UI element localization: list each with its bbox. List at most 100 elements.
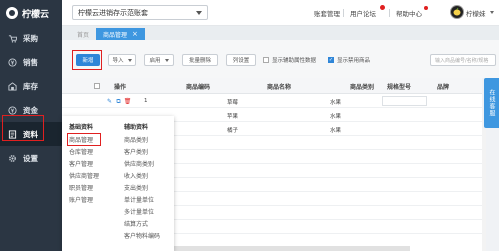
sidebar-item-label: 设置: [23, 153, 38, 163]
submenu-item-multi-unit[interactable]: 多计量单位: [124, 207, 160, 219]
money-icon: [7, 105, 17, 115]
enable-button-label: 启用: [149, 58, 161, 64]
lemon-logo-icon: [6, 7, 18, 19]
submenu-item-expense-category[interactable]: 支出类别: [124, 183, 160, 195]
sales-icon: [7, 57, 17, 67]
batch-delete-label: 批量删除: [188, 58, 211, 64]
cell-name: 草莓: [227, 100, 239, 106]
tab-product-management[interactable]: 商品管理 ×: [96, 28, 145, 40]
warehouse-icon: [7, 81, 17, 91]
highlight-product-management: [67, 133, 101, 146]
submenu-item-customer-category[interactable]: 客户类别: [124, 147, 160, 159]
tab-label: 首页: [77, 31, 90, 39]
tab-bar: 首页 商品管理 ×: [62, 26, 499, 40]
submenu-item-customer-material-code[interactable]: 客户物料编码: [124, 231, 160, 243]
column-header-name: 商品名称: [267, 84, 292, 91]
column-header-actions: 操作: [114, 84, 127, 91]
submenu-item-supplier-management[interactable]: 供应商管理: [69, 171, 99, 183]
column-settings-button[interactable]: 列设置: [226, 54, 256, 66]
chevron-down-icon: [127, 58, 132, 62]
sidebar-item-sales[interactable]: 销售: [0, 50, 62, 74]
tab-home[interactable]: 首页: [70, 28, 96, 40]
submenu-item-customer-management[interactable]: 客户管理: [69, 159, 99, 171]
batch-delete-button[interactable]: 批量删除: [182, 54, 218, 66]
submenu-item-settlement-method[interactable]: 结算方式: [124, 219, 160, 231]
cell-code: 1: [144, 98, 148, 104]
copy-icon[interactable]: ⧉: [115, 98, 122, 105]
online-service-tab[interactable]: 在线客服: [484, 78, 499, 128]
cell-category: 水果: [330, 100, 342, 106]
column-header-category: 商品类别: [350, 84, 375, 91]
divider: [343, 9, 344, 17]
search-placeholder: 输入商品编号/名称/规格: [435, 57, 489, 64]
chevron-down-icon: [196, 10, 202, 15]
cell-name: 橘子: [227, 128, 239, 134]
table-row[interactable]: ✎ ⧉ 🗑 1 草莓 水果: [62, 94, 482, 108]
sidebar-item-label: 库存: [23, 81, 38, 91]
show-aux-label: 显示辅助属性数据: [272, 58, 317, 64]
show-aux-checkbox[interactable]: 显示辅助属性数据: [263, 56, 316, 64]
enable-button[interactable]: 启用: [144, 54, 174, 66]
column-header-code: 商品编码: [186, 84, 211, 91]
column-header-spec: 规格型号: [387, 84, 412, 91]
app-logo[interactable]: 柠檬云: [0, 0, 62, 26]
edit-icon[interactable]: ✎: [106, 98, 113, 105]
cell-name: 苹果: [227, 114, 239, 120]
horizontal-scrollbar[interactable]: [155, 246, 410, 251]
import-button-label: 导入: [112, 58, 124, 64]
company-select-value: 柠檬云进销存示范账套: [78, 8, 148, 17]
submenu-item-income-category[interactable]: 收入类别: [124, 171, 160, 183]
cell-category: 水果: [330, 128, 342, 134]
user-name[interactable]: 柠檬妹: [466, 8, 486, 18]
show-disabled-label: 显示禁用商品: [337, 58, 371, 64]
avatar[interactable]: [450, 5, 464, 19]
user-forum-link[interactable]: 用户论坛: [350, 8, 376, 18]
highlight-add-button: [72, 50, 102, 70]
new-badge: [380, 5, 385, 10]
toolbar: 新增 导入 启用 批量删除 列设置 显示辅助属性数据 ✓ 显示禁用商品 输入商品…: [62, 40, 499, 78]
sidebar-item-inventory[interactable]: 库存: [0, 74, 62, 98]
help-badge: [424, 6, 428, 10]
submenu-item-account-management[interactable]: 账户管理: [69, 195, 99, 207]
checkbox-checked[interactable]: ✓: [328, 57, 334, 63]
highlight-sidebar-data: [2, 115, 44, 141]
company-select[interactable]: 柠檬云进销存示范账套: [72, 5, 208, 20]
sidebar-item-label: 采购: [23, 33, 38, 43]
top-bar: 柠檬云进销存示范账套 账套管理 用户论坛 帮助中心 柠檬妹: [62, 0, 499, 26]
delete-icon[interactable]: 🗑: [124, 98, 132, 105]
account-manage-link[interactable]: 账套管理: [314, 8, 340, 18]
sidebar-item-label: 资金: [23, 105, 38, 115]
cell-spec[interactable]: [382, 96, 427, 106]
divider: [389, 9, 390, 17]
grid-header: 操作 商品编码 商品名称 商品类别 规格型号 品牌: [62, 78, 482, 94]
show-disabled-checkbox[interactable]: ✓ 显示禁用商品: [328, 56, 370, 64]
app-logo-text: 柠檬云: [22, 9, 50, 20]
cell-category: 水果: [330, 114, 342, 120]
checkbox-header[interactable]: [94, 83, 100, 89]
lemon-avatar-icon: [453, 7, 461, 16]
sidebar-item-settings[interactable]: 设置: [0, 146, 62, 170]
column-settings-label: 列设置: [232, 58, 250, 64]
submenu-item-single-unit[interactable]: 单计量单位: [124, 195, 160, 207]
submenu-item-supplier-category[interactable]: 供应商类别: [124, 159, 160, 171]
cart-icon: [7, 33, 17, 43]
checkbox-unchecked[interactable]: [263, 57, 269, 63]
tab-label: 商品管理: [103, 31, 128, 39]
online-service-label: 在线客服: [488, 89, 495, 117]
chevron-down-icon[interactable]: [490, 11, 494, 14]
close-icon[interactable]: ×: [132, 30, 138, 38]
submenu-item-staff-management[interactable]: 职员管理: [69, 183, 99, 195]
sidebar-item-purchase[interactable]: 采购: [0, 26, 62, 50]
sidebar-item-label: 销售: [23, 57, 38, 67]
help-center-link[interactable]: 帮助中心: [396, 8, 422, 18]
gear-icon: [7, 153, 17, 163]
submenu-aux-title: 辅助资料: [124, 124, 149, 131]
submenu-aux-column: 辅助资料 商品类别 客户类别 供应商类别 收入类别 支出类别 单计量单位 多计量…: [124, 122, 160, 243]
search-input[interactable]: 输入商品编号/名称/规格: [430, 54, 496, 66]
submenu-item-product-category[interactable]: 商品类别: [124, 135, 160, 147]
vertical-scrollbar[interactable]: [482, 130, 486, 251]
submenu-item-warehouse-management[interactable]: 仓库管理: [69, 147, 99, 159]
column-header-brand: 品牌: [437, 84, 450, 91]
import-button[interactable]: 导入: [108, 54, 136, 66]
chevron-down-icon: [164, 58, 169, 62]
